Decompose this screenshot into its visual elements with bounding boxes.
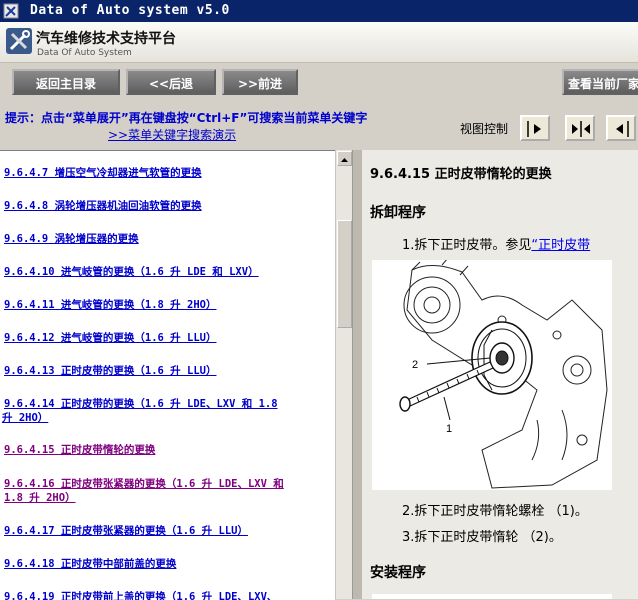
title-bar: Data of Auto system v5.0	[0, 0, 638, 22]
hint-bar: 提示：点击“菜单展开”再在键盘按“Ctrl+F”可搜索当前菜单关键字 >>菜单关…	[0, 107, 638, 147]
scroll-up-button[interactable]	[337, 151, 352, 166]
view-split-button[interactable]	[565, 115, 595, 141]
app-title-cn: 汽车维修技术支持平台	[36, 31, 176, 47]
app-title-en: Data Of Auto System	[37, 48, 132, 58]
search-hint: 提示：点击“菜单展开”再在键盘按“Ctrl+F”可搜索当前菜单关键字	[5, 111, 368, 125]
forward-button[interactable]: >>前进	[222, 69, 298, 95]
scroll-thumb[interactable]	[337, 220, 352, 328]
menu-item[interactable]: 9.6.4.18 正时皮带中部前盖的更换	[4, 557, 176, 571]
menu-item[interactable]: 9.6.4.8 涡轮增压器机油回油软管的更换	[4, 199, 202, 213]
toolbar: 返回主目录 <<后退 >>前进 查看当前厂家	[0, 63, 638, 107]
menu-item[interactable]: 9.6.4.17 正时皮带张紧器的更换（1.6 升 LLU）	[4, 524, 248, 538]
menu-item[interactable]: 9.6.4.11 进气岐管的更换（1.8 升 2HO）	[4, 298, 216, 312]
engine-illustration: 2 1	[399, 257, 608, 489]
view-expand-right-button[interactable]	[520, 115, 550, 141]
home-button[interactable]: 返回主目录	[12, 69, 120, 95]
menu-item[interactable]: 9.6.4.12 进气岐管的更换（1.6 升 LLU）	[4, 331, 216, 345]
chevron-up-icon	[341, 158, 348, 162]
search-demo-link[interactable]: >>菜单关键字搜索演示	[108, 126, 236, 143]
app-icon	[3, 3, 19, 19]
view-control-label: 视图控制	[460, 122, 509, 136]
menu-item-continued[interactable]: 升 2HO）	[2, 411, 48, 425]
callout-2: 2	[412, 359, 418, 371]
timing-belt-link[interactable]: “正时皮带	[531, 238, 590, 253]
arrow-left-icon	[616, 121, 629, 137]
removal-step-2: 2.拆下正时皮带惰轮螺栓 （1)。	[402, 504, 588, 519]
install-heading: 安装程序	[370, 565, 426, 581]
tools-logo-icon	[6, 28, 32, 54]
menu-item[interactable]: 9.6.4.9 涡轮增压器的更换	[4, 232, 139, 246]
content-pane: 9.6.4.15 正时皮带惰轮的更换 拆卸程序 1.拆下正时皮带。参见“正时皮带	[362, 150, 638, 599]
window-title: Data of Auto system v5.0	[30, 3, 230, 18]
menu-item[interactable]: 9.6.4.14 正时皮带的更换（1.6 升 LDE、LXV 和 1.8	[4, 397, 278, 411]
back-button[interactable]: <<后退	[126, 69, 216, 95]
split-arrows-icon	[572, 121, 590, 137]
menu-item[interactable]: 9.6.4.7 增压空气冷却器进气软管的更换	[4, 166, 202, 180]
removal-step-3: 3.拆下正时皮带惰轮 （2)。	[402, 530, 562, 545]
menu-item[interactable]: 9.6.4.16 正时皮带张紧器的更换（1.6 升 LDE、LXV 和	[4, 477, 284, 491]
menu-item[interactable]: 9.6.4.13 正时皮带的更换（1.6 升 LLU）	[4, 364, 216, 378]
menu-item-selected[interactable]: 9.6.4.15 正时皮带惰轮的更换	[4, 443, 155, 457]
menu-scrollbar[interactable]	[335, 150, 353, 599]
install-figure	[372, 594, 612, 599]
menu-item[interactable]: 9.6.4.10 进气岐管的更换（1.6 升 LDE 和 LXV）	[4, 265, 259, 279]
vendor-button[interactable]: 查看当前厂家	[562, 69, 638, 95]
idler-pulley-diagram: 2 1	[372, 257, 612, 490]
app-header: 汽车维修技术支持平台 Data Of Auto System	[0, 22, 638, 63]
menu-tree-pane: 9.6.4.7 增压空气冷却器进气软管的更换 9.6.4.8 涡轮增压器机油回油…	[0, 150, 335, 600]
removal-step-1: 1.拆下正时皮带。参见“正时皮带	[402, 234, 590, 253]
removal-heading: 拆卸程序	[370, 205, 426, 221]
view-expand-left-button[interactable]	[606, 115, 636, 141]
page-title: 9.6.4.15 正时皮带惰轮的更换	[370, 167, 552, 182]
callout-1: 1	[446, 423, 452, 435]
arrow-right-icon	[527, 121, 541, 137]
step-1-text: 1.拆下正时皮带。参见	[402, 238, 532, 253]
menu-item-continued[interactable]: 1.8 升 2HO）	[4, 491, 76, 505]
